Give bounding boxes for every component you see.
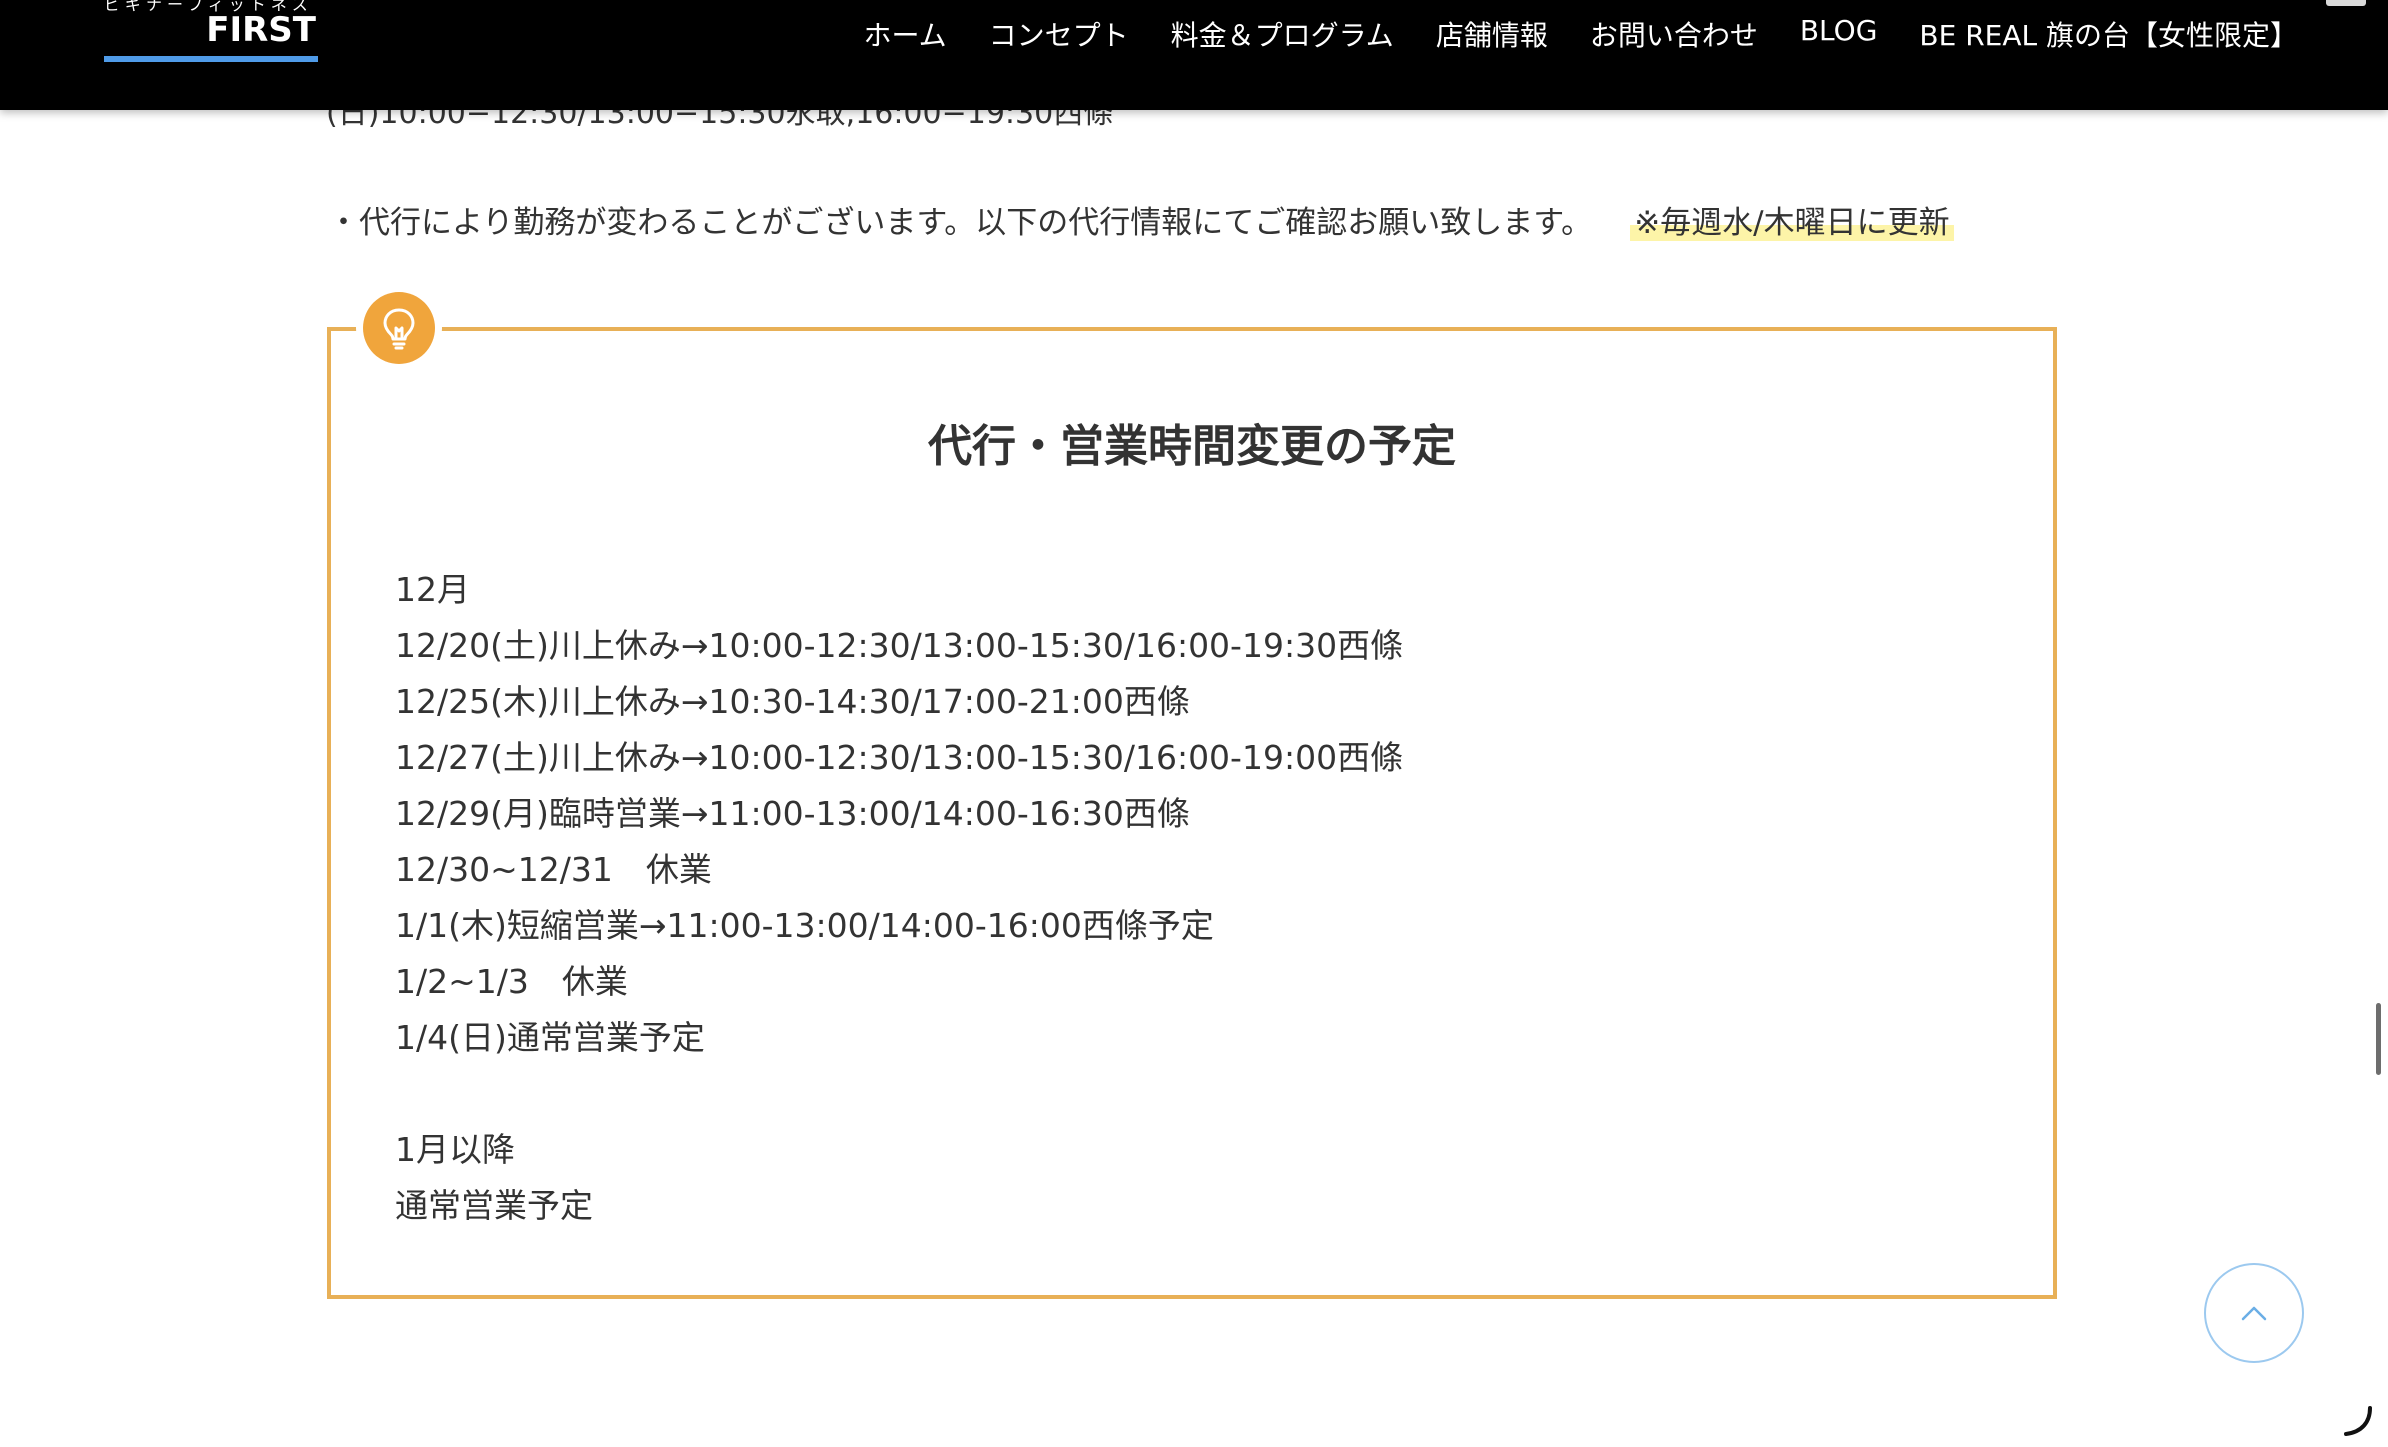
- nav-blog[interactable]: BLOG: [1779, 14, 1899, 54]
- box-title: 代行・営業時間変更の予定: [928, 421, 1456, 472]
- schedule-line: 12/27(土)川上休み→10:00-12:30/13:00-15:30/16:…: [395, 738, 1404, 777]
- schedule-spacer: [395, 1066, 1403, 1122]
- nav-pricing-program[interactable]: 料金＆プログラム: [1150, 14, 1415, 54]
- notice-text: ・代行により勤務が変わることがございます。以下の代行情報にてご確認お願い致します…: [328, 205, 1593, 241]
- nav-be-real-hatanodai[interactable]: BE REAL 旗の台【女性限定】: [1898, 14, 2298, 54]
- nav-contact[interactable]: お問い合わせ: [1569, 14, 1779, 54]
- logo-underline: [104, 56, 318, 62]
- schedule-line: 12/30~12/31 休業: [395, 850, 712, 889]
- nav-store-info[interactable]: 店舗情報: [1415, 14, 1569, 54]
- site-logo[interactable]: ビギナーフィットネス FIRST: [104, 0, 320, 62]
- lightbulb-icon: [363, 292, 435, 364]
- site-header: ビギナーフィットネス FIRST ホーム コンセプト 料金＆プログラム 店舗情報…: [0, 0, 2388, 110]
- scrollbar-thumb[interactable]: [2376, 1003, 2381, 1075]
- schedule-line: 12月: [395, 570, 470, 609]
- schedule-line: 1/1(木)短縮営業→11:00-13:00/14:00-16:00西條予定: [395, 906, 1214, 945]
- chevron-up-icon: [2241, 1306, 2267, 1321]
- page: (日)10:00−12:30/13:00−15:30永取,16:00−19:30…: [0, 0, 2388, 1447]
- nav-concept[interactable]: コンセプト: [968, 14, 1150, 54]
- global-nav: ホーム コンセプト 料金＆プログラム 店舗情報 お問い合わせ BLOG BE R…: [842, 14, 2298, 54]
- schedule-line: 1月以降: [395, 1130, 515, 1169]
- logo-name: FIRST: [206, 10, 316, 50]
- loading-spinner-icon: [2344, 1406, 2372, 1436]
- header-icon-fragment: [2326, 0, 2366, 6]
- schedule-line: 通常営業予定: [395, 1186, 593, 1225]
- update-note-highlight: ※毎週水/木曜日に更新: [1630, 205, 1954, 241]
- substitute-notice: ・代行により勤務が変わることがございます。以下の代行情報にてご確認お願い致します…: [328, 197, 1954, 242]
- nav-home[interactable]: ホーム: [842, 14, 967, 54]
- schedule-line: 1/4(日)通常営業予定: [395, 1018, 705, 1057]
- schedule-line: 12/25(木)川上休み→10:30-14:30/17:00-21:00西條: [395, 682, 1190, 721]
- schedule-line: 12/29(月)臨時営業→11:00-13:00/14:00-16:30西條: [395, 794, 1190, 833]
- schedule-line: 12/20(土)川上休み→10:00-12:30/13:00-15:30/16:…: [395, 626, 1404, 665]
- schedule-line: 1/2~1/3 休業: [395, 962, 628, 1001]
- schedule-list: 12月 12/20(土)川上休み→10:00-12:30/13:00-15:30…: [395, 562, 1403, 1234]
- page-top-button[interactable]: [2204, 1263, 2304, 1363]
